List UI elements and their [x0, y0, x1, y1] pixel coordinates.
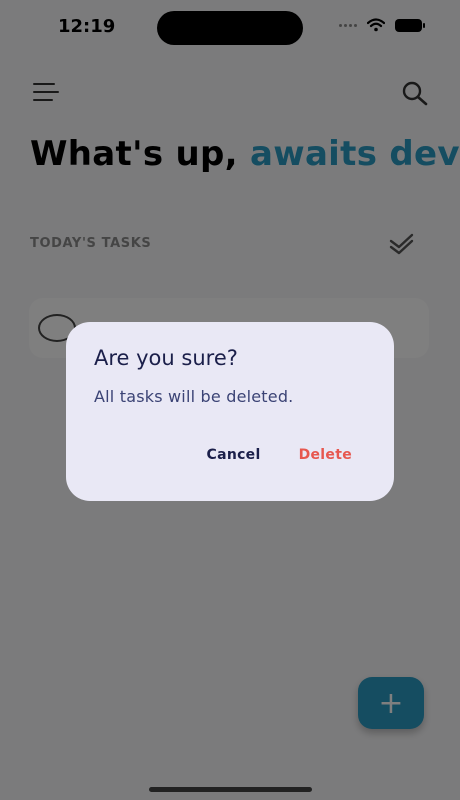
delete-button[interactable]: Delete: [299, 447, 352, 463]
confirm-delete-dialog: Are you sure? All tasks will be deleted.…: [66, 322, 394, 501]
dialog-message: All tasks will be deleted.: [94, 387, 294, 406]
home-indicator[interactable]: [149, 787, 312, 792]
dialog-actions: Cancel Delete: [207, 447, 353, 463]
dialog-title: Are you sure?: [94, 346, 238, 370]
cancel-button[interactable]: Cancel: [207, 447, 261, 463]
